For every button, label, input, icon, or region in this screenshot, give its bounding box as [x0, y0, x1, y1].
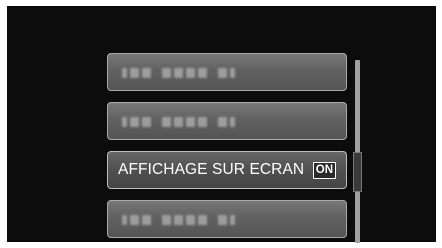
on-status-badge: ON [312, 162, 336, 179]
scrollbar-thumb[interactable] [353, 152, 362, 192]
menu-item-affichage-sur-ecran[interactable]: AFFICHAGE SUR ECRAN ON [107, 151, 347, 189]
menu-item-1[interactable] [107, 53, 347, 91]
menu-item-label: AFFICHAGE SUR ECRAN [118, 161, 305, 178]
blurred-label [122, 67, 235, 79]
camera-menu-screen: AFFICHAGE SUR ECRAN ON [7, 6, 436, 243]
blurred-label [122, 116, 235, 128]
menu-item-4[interactable] [107, 200, 347, 238]
blurred-label [122, 214, 235, 226]
menu-item-2[interactable] [107, 102, 347, 140]
